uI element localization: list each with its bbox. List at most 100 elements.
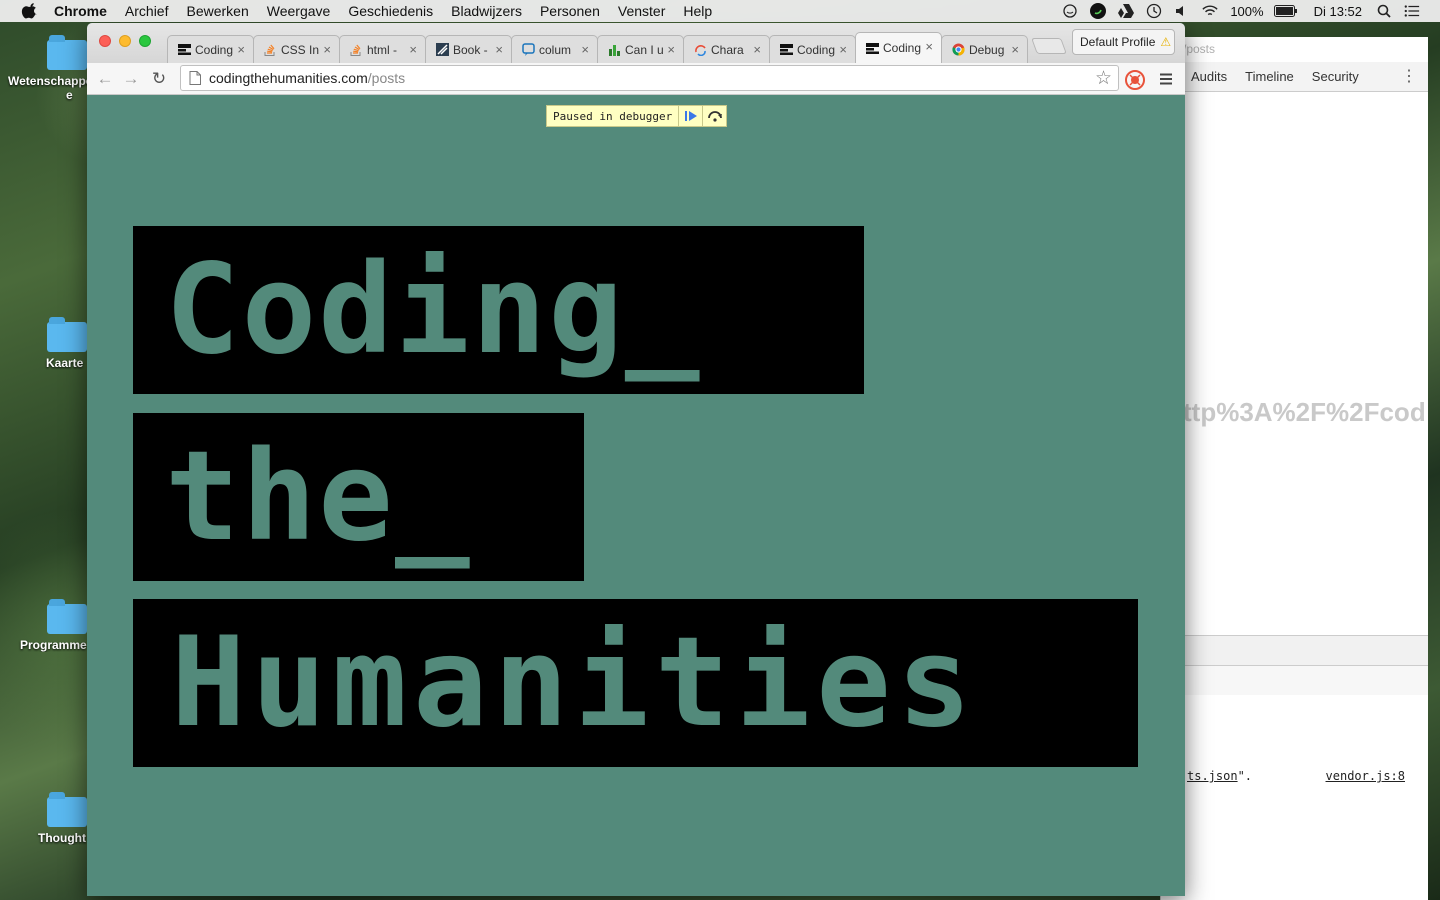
- tab-title: Book -: [453, 42, 488, 57]
- page-icon: [189, 71, 201, 85]
- desktop-folder-kaarten[interactable]: Kaarte: [0, 317, 90, 370]
- desktop-folder-label-wrap: e: [66, 88, 73, 102]
- devtools-drawer-bar: [1161, 635, 1428, 665]
- browser-tab[interactable]: Can I u ×: [597, 35, 684, 63]
- stackoverflow-favicon-icon: [263, 43, 277, 57]
- address-bar[interactable]: codingthehumanities.com/posts ☆: [180, 65, 1119, 91]
- devtools-tab-audits[interactable]: Audits: [1191, 69, 1227, 84]
- devtools-tabs: Audits Timeline Security ⋮: [1161, 62, 1428, 92]
- step-over-icon[interactable]: [702, 106, 726, 126]
- tab-title: Can I u: [625, 42, 664, 57]
- forward-arrow-icon[interactable]: →: [121, 69, 141, 89]
- console-message: ts.json". vendor.js:8: [1187, 769, 1427, 783]
- window-close-button[interactable]: [99, 35, 111, 47]
- menu-bewerken[interactable]: Bewerken: [186, 3, 248, 19]
- caniuse-favicon-icon: [607, 43, 621, 57]
- browser-tab[interactable]: Coding ×: [167, 35, 254, 63]
- menu-archief[interactable]: Archief: [125, 3, 169, 19]
- window-minimize-button[interactable]: [119, 35, 131, 47]
- tab-close-icon[interactable]: ×: [409, 42, 417, 57]
- folder-icon: [47, 792, 87, 827]
- desktop-folder-label: Programme: [20, 638, 87, 652]
- tab-title: colum: [539, 42, 572, 57]
- tab-title: Chara: [711, 42, 744, 57]
- resume-execution-icon[interactable]: [678, 106, 702, 126]
- tab-close-icon[interactable]: ×: [581, 42, 589, 57]
- new-tab-button[interactable]: [1031, 38, 1067, 54]
- devtools-tab-security[interactable]: Security: [1312, 69, 1359, 84]
- tab-close-icon[interactable]: ×: [237, 42, 245, 57]
- devtools-url-ghost: /posts: [1183, 42, 1216, 56]
- tab-title: Coding: [195, 42, 234, 57]
- desktop-folder-programmeren[interactable]: Programme: [0, 599, 90, 652]
- devtools-more-icon[interactable]: ⋮: [1401, 66, 1417, 86]
- spotlight-search-icon[interactable]: [1376, 3, 1392, 19]
- menu-venster[interactable]: Venster: [618, 3, 665, 19]
- tab-close-icon[interactable]: ×: [839, 42, 847, 57]
- profile-label: Default Profile: [1080, 35, 1156, 49]
- tab-close-icon[interactable]: ×: [1011, 42, 1019, 57]
- devtools-tab-timeline[interactable]: Timeline: [1245, 69, 1294, 84]
- devtools-ghost-url-text: ttp%3A%2F%2Fcod: [1183, 397, 1426, 427]
- console-file-link[interactable]: ts.json: [1187, 769, 1238, 783]
- google-drive-icon[interactable]: [1118, 3, 1135, 19]
- debugger-paused-bar: Paused in debugger: [546, 105, 728, 127]
- tab-close-icon[interactable]: ×: [323, 42, 331, 57]
- tab-close-icon[interactable]: ×: [925, 39, 933, 54]
- tab-title: CSS In: [281, 42, 320, 57]
- debugger-status-text: Paused in debugger: [553, 109, 673, 123]
- console-source-link[interactable]: vendor.js:8: [1326, 769, 1405, 783]
- url-path: /posts: [367, 70, 406, 86]
- menu-bladwijzers[interactable]: Bladwijzers: [451, 3, 522, 19]
- tab-title: Debug: [969, 42, 1005, 57]
- browser-tab[interactable]: colum ×: [511, 35, 598, 63]
- menu-app-name[interactable]: Chrome: [54, 3, 107, 19]
- battery-icon[interactable]: [1273, 3, 1298, 19]
- desktop-folder-wetenschappe[interactable]: Wetenschappe e: [0, 35, 90, 102]
- sync-app-icon[interactable]: [1090, 3, 1107, 19]
- browser-tab[interactable]: CSS In ×: [253, 35, 340, 63]
- wifi-icon[interactable]: [1202, 3, 1218, 19]
- coding-favicon-icon: [865, 41, 879, 55]
- menu-help[interactable]: Help: [683, 3, 712, 19]
- browser-tab[interactable]: html - ×: [339, 35, 426, 63]
- back-arrow-icon[interactable]: ←: [95, 69, 115, 89]
- book-favicon-icon: [435, 43, 449, 57]
- warning-icon: ⚠: [1160, 35, 1172, 49]
- console-text: ".: [1237, 769, 1253, 783]
- menubar-clock[interactable]: Di 13:52: [1314, 4, 1362, 19]
- apple-logo-icon[interactable]: [20, 3, 40, 19]
- menu-personen[interactable]: Personen: [540, 3, 600, 19]
- url-host: codingthehumanities.com: [209, 70, 368, 86]
- menu-weergave[interactable]: Weergave: [267, 3, 331, 19]
- chrome-titlebar: Coding × CSS In × html - × Book - × colu…: [87, 23, 1185, 63]
- dnd-icon[interactable]: [1062, 3, 1078, 19]
- title-line-the: the_: [133, 413, 584, 581]
- desktop-folder-thoughts[interactable]: Thought: [0, 792, 90, 845]
- tab-close-icon[interactable]: ×: [753, 42, 761, 57]
- profile-button[interactable]: Default Profile ⚠: [1072, 29, 1175, 55]
- chrome-favicon-icon: [951, 43, 965, 57]
- folder-icon: [47, 317, 87, 352]
- volume-icon[interactable]: [1174, 3, 1190, 19]
- extension-icon[interactable]: [1124, 69, 1146, 91]
- bookmark-star-icon[interactable]: ☆: [1095, 67, 1112, 90]
- notification-center-icon[interactable]: [1404, 3, 1420, 19]
- desktop-folder-label: Kaarte: [46, 356, 84, 370]
- page-content: Paused in debugger Coding_ the_ Humaniti…: [87, 95, 1185, 896]
- browser-tab-active[interactable]: Coding ×: [855, 32, 942, 63]
- chrome-menu-icon[interactable]: [1159, 72, 1173, 86]
- stackoverflow-favicon-icon: [349, 43, 363, 57]
- tab-close-icon[interactable]: ×: [667, 42, 675, 57]
- browser-tab[interactable]: Coding ×: [769, 35, 856, 63]
- tab-close-icon[interactable]: ×: [495, 42, 503, 57]
- folder-icon: [47, 599, 87, 634]
- time-machine-icon[interactable]: [1146, 3, 1162, 19]
- reload-icon[interactable]: ↻: [149, 69, 169, 89]
- browser-tab[interactable]: Debug ×: [941, 35, 1028, 63]
- browser-tab[interactable]: Chara ×: [683, 35, 770, 63]
- window-zoom-button[interactable]: [139, 35, 151, 47]
- title-line-humanities: Humanities: [133, 599, 1138, 767]
- browser-tab[interactable]: Book - ×: [425, 35, 512, 63]
- menu-geschiedenis[interactable]: Geschiedenis: [348, 3, 433, 19]
